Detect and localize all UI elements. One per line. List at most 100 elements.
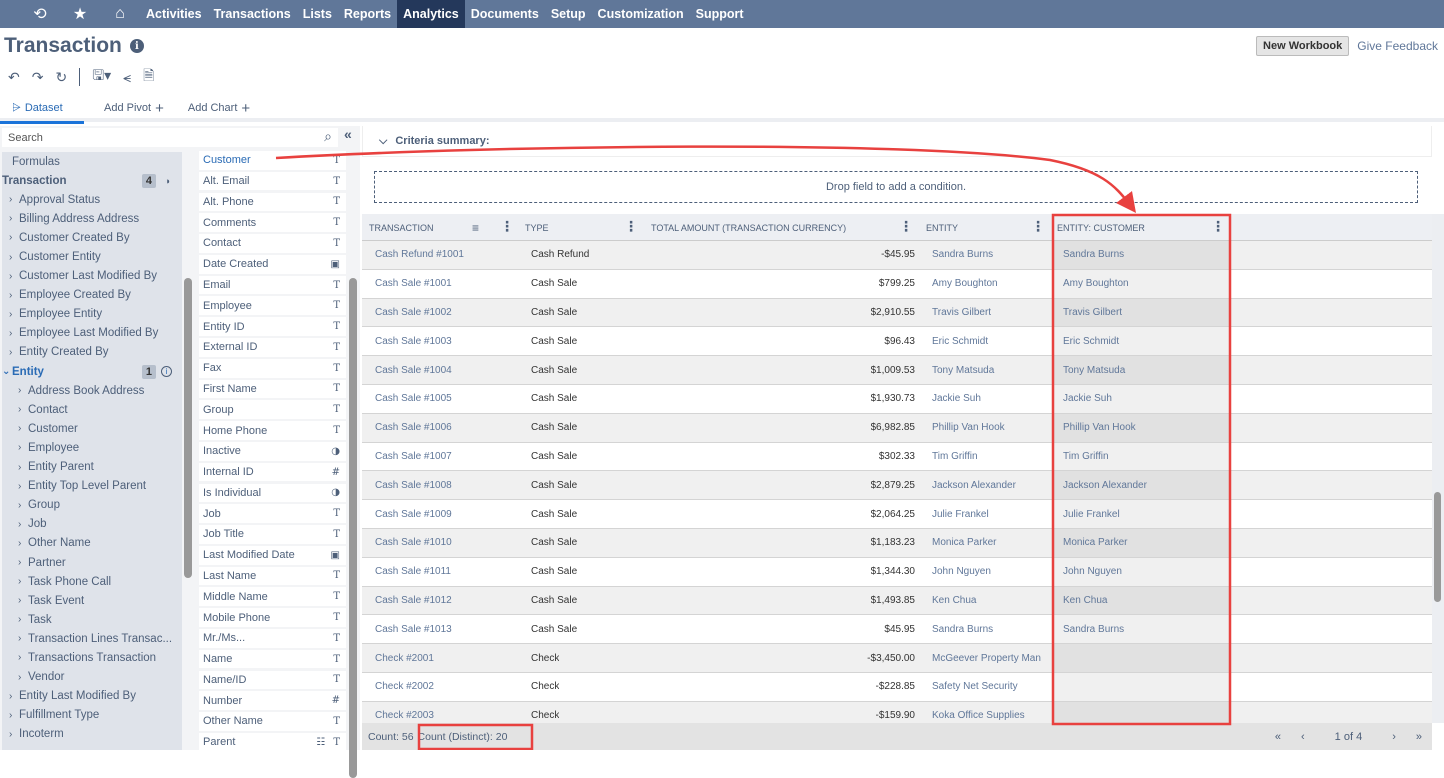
- entity-link[interactable]: Jackson Alexander: [932, 480, 1052, 491]
- tree-item[interactable]: › Vendor: [2, 668, 182, 687]
- field-item[interactable]: Contact T: [199, 234, 346, 253]
- field-item[interactable]: Name/ID T: [199, 670, 346, 690]
- tree-item[interactable]: › Customer Entity: [2, 247, 182, 266]
- tree-item[interactable]: › Employee Created By: [2, 286, 182, 305]
- field-item[interactable]: Internal ID #: [199, 462, 346, 482]
- column-header-entity[interactable]: ENTITY: [926, 214, 958, 241]
- transaction-link[interactable]: Cash Sale #1004: [375, 365, 452, 376]
- transaction-link[interactable]: Cash Sale #1006: [375, 422, 452, 433]
- redo-icon[interactable]: ↷: [32, 69, 44, 86]
- info-icon[interactable]: i: [129, 39, 144, 53]
- chevron-right-icon[interactable]: ›: [9, 271, 19, 282]
- column-header-type[interactable]: TYPE: [525, 214, 549, 241]
- tree-item[interactable]: › Task: [2, 610, 182, 629]
- entity-link[interactable]: Travis Gilbert: [932, 307, 1052, 318]
- field-item[interactable]: Comments T: [199, 213, 346, 233]
- chevron-right-icon[interactable]: ›: [18, 423, 28, 434]
- column-menu-icon[interactable]: ⋮: [624, 219, 638, 233]
- field-list-scrollbar[interactable]: [349, 278, 357, 778]
- chevron-right-icon[interactable]: ›: [9, 328, 19, 339]
- tree-item[interactable]: › Entity Created By: [2, 343, 182, 362]
- field-item[interactable]: Home Phone T: [199, 421, 346, 440]
- entity-link[interactable]: Sandra Burns: [932, 249, 1052, 260]
- tree-item[interactable]: › Approval Status: [2, 190, 182, 209]
- nav-item-lists[interactable]: Lists: [297, 0, 338, 28]
- field-item[interactable]: Mr./Ms... T: [199, 628, 346, 648]
- condition-dropzone[interactable]: Drop field to add a condition.: [374, 171, 1418, 203]
- entity-customer-link[interactable]: Sandra Burns: [1054, 241, 1230, 269]
- tree-item[interactable]: › Partner: [2, 553, 182, 572]
- field-item[interactable]: Last Name T: [199, 566, 346, 586]
- column-header-entity-customer[interactable]: ENTITY: CUSTOMER: [1057, 214, 1145, 241]
- transaction-link[interactable]: Check #2003: [375, 710, 434, 721]
- field-item[interactable]: Fax T: [199, 358, 346, 378]
- transaction-link[interactable]: Cash Sale #1009: [375, 509, 452, 520]
- chevron-right-icon[interactable]: ›: [9, 691, 19, 702]
- field-item[interactable]: Alt. Phone T: [199, 192, 346, 212]
- entity-link[interactable]: Tony Matsuda: [932, 365, 1052, 376]
- column-header-total-amount[interactable]: TOTAL AMOUNT (TRANSACTION CURRENCY): [651, 214, 846, 241]
- entity-link[interactable]: John Nguyen: [932, 566, 1052, 577]
- transaction-link[interactable]: Cash Sale #1001: [375, 278, 452, 289]
- export-icon[interactable]: 🗎: [143, 65, 154, 89]
- column-menu-icon[interactable]: ⋮: [899, 219, 913, 233]
- field-item[interactable]: Entity ID T: [199, 317, 346, 336]
- tree-item[interactable]: › Transactions Transaction: [2, 648, 182, 667]
- chevron-right-icon[interactable]: ›: [18, 652, 28, 663]
- tree-item[interactable]: › Entity Last Modified By: [2, 687, 182, 706]
- tree-item[interactable]: › Customer Created By: [2, 228, 182, 247]
- transaction-link[interactable]: Cash Sale #1011: [375, 566, 451, 577]
- chevron-right-icon[interactable]: ›: [9, 710, 19, 721]
- tree-item[interactable]: › Contact: [2, 400, 182, 419]
- nav-item-analytics[interactable]: Analytics: [397, 0, 465, 28]
- column-menu-icon[interactable]: ⋮: [1211, 219, 1225, 233]
- give-feedback-link[interactable]: Give Feedback: [1357, 39, 1438, 53]
- field-item[interactable]: Employee T: [199, 296, 346, 316]
- entity-link[interactable]: Jackie Suh: [932, 393, 1052, 404]
- field-item[interactable]: Parent ☷ T: [199, 732, 346, 750]
- entity-link[interactable]: Monica Parker: [932, 537, 1052, 548]
- tree-item[interactable]: ⌄ Entity 1 i: [2, 362, 182, 381]
- chevron-right-icon[interactable]: ›: [9, 347, 19, 358]
- column-header-transaction[interactable]: TRANSACTION: [369, 214, 434, 241]
- tree-item[interactable]: › Entity Top Level Parent: [2, 477, 182, 496]
- entity-customer-link[interactable]: Ken Chua: [1054, 586, 1230, 615]
- field-item[interactable]: Middle Name T: [199, 587, 346, 607]
- entity-customer-link[interactable]: Jackson Alexander: [1054, 471, 1230, 500]
- entity-customer-link[interactable]: Tim Griffin: [1054, 442, 1230, 471]
- chevron-right-icon[interactable]: ›: [18, 462, 28, 473]
- chevron-down-icon[interactable]: ⌄: [2, 366, 12, 377]
- chevron-right-icon[interactable]: ›: [18, 633, 28, 644]
- chevron-right-icon[interactable]: ›: [9, 194, 19, 205]
- field-item[interactable]: Name T: [199, 649, 346, 669]
- transaction-link[interactable]: Cash Sale #1003: [375, 336, 452, 347]
- share-icon[interactable]: ⪪: [123, 69, 131, 86]
- field-item[interactable]: Date Created ▣: [199, 254, 346, 274]
- toggle-icon[interactable]: ◑: [165, 176, 170, 186]
- entity-link[interactable]: Tim Griffin: [932, 451, 1052, 462]
- nav-item-activities[interactable]: Activities: [140, 0, 208, 28]
- entity-link[interactable]: Phillip Van Hook: [932, 422, 1052, 433]
- nav-item-customization[interactable]: Customization: [592, 0, 690, 28]
- transaction-link[interactable]: Cash Sale #1005: [375, 393, 452, 404]
- criteria-summary-toggle[interactable]: ⌵ Criteria summary:: [362, 126, 1432, 157]
- nav-item-setup[interactable]: Setup: [545, 0, 592, 28]
- chevron-right-icon[interactable]: ›: [9, 309, 19, 320]
- last-page-icon[interactable]: »: [1416, 731, 1422, 743]
- entity-link[interactable]: Eric Schmidt: [932, 336, 1052, 347]
- entity-customer-link[interactable]: Jackie Suh: [1054, 384, 1230, 413]
- field-item[interactable]: First Name T: [199, 379, 346, 399]
- tree-item[interactable]: › Employee: [2, 438, 182, 457]
- first-page-icon[interactable]: «: [1275, 731, 1281, 743]
- nav-item-transactions[interactable]: Transactions: [208, 0, 297, 28]
- chevron-right-icon[interactable]: ›: [18, 519, 28, 530]
- tree-item[interactable]: › Fulfillment Type: [2, 706, 182, 725]
- tree-item[interactable]: › Billing Address Address: [2, 209, 182, 228]
- transaction-link[interactable]: Check #2001: [375, 653, 434, 664]
- transaction-link[interactable]: Cash Refund #1001: [375, 249, 464, 260]
- field-item[interactable]: Other Name T: [199, 712, 346, 731]
- entity-customer-link[interactable]: Amy Boughton: [1054, 269, 1230, 298]
- transaction-link[interactable]: Cash Sale #1012: [375, 595, 452, 606]
- field-item[interactable]: Alt. Email T: [199, 171, 346, 191]
- tree-item[interactable]: › Entity Parent: [2, 458, 182, 477]
